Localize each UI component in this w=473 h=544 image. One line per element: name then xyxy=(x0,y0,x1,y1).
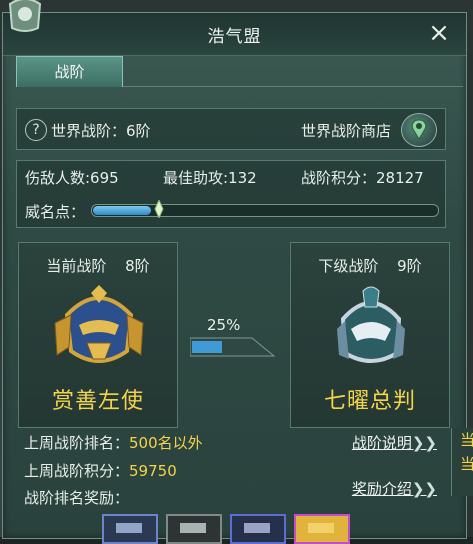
reward-info-link[interactable]: 奖励介绍❯❯ xyxy=(352,478,437,499)
faction-emblem-icon xyxy=(8,0,42,32)
help-icon[interactable]: ? xyxy=(25,119,47,141)
fame-marker-icon xyxy=(154,200,164,218)
next-rank-level: 9阶 xyxy=(397,257,422,275)
fame-progress-fill xyxy=(93,206,151,215)
current-rank-card: 当前战阶 8阶 赏善左使 xyxy=(18,242,178,428)
current-rank-level: 8阶 xyxy=(125,257,150,275)
reward-item-icon xyxy=(116,523,142,533)
fame-label: 威名点： xyxy=(25,203,86,221)
next-rank-title: 七曜总判 xyxy=(323,389,416,414)
close-button[interactable]: × xyxy=(426,18,452,48)
reward-item-slot[interactable] xyxy=(230,514,286,544)
current-rank-label: 当前战阶 xyxy=(46,257,107,275)
reward-item-icon xyxy=(180,523,206,533)
tab-strip: 战阶 xyxy=(16,56,463,87)
rank-points-stat: 战阶积分：28127 xyxy=(301,169,424,187)
gold-helmet-icon xyxy=(54,285,144,363)
map-pin-icon xyxy=(411,119,427,140)
title-bar: 浩气盟 × xyxy=(3,13,466,56)
last-week-points-line: 上周战阶积分：59750 xyxy=(24,460,177,481)
window-title: 浩气盟 xyxy=(207,27,262,47)
reward-item-slot[interactable] xyxy=(166,514,222,544)
reward-item-icon xyxy=(244,523,270,533)
reward-item-slot[interactable] xyxy=(102,514,158,544)
battle-stats-box: 伤敌人数:695 最佳助攻:132 战阶积分：28127 威名点： xyxy=(16,160,446,228)
rank-info-link-text: 战阶说明 xyxy=(351,434,412,452)
last-week-points-label: 上周战阶积分： xyxy=(24,462,130,480)
last-week-rank-label: 上周战阶排名： xyxy=(24,434,130,452)
world-rank-shop-label[interactable]: 世界战阶商店 xyxy=(301,120,391,141)
kills-stat: 伤敌人数:695 xyxy=(25,169,119,187)
reward-item-icon xyxy=(308,523,334,533)
side-panel-text-2: 当 xyxy=(460,455,473,473)
rank-progress-fill xyxy=(192,341,222,353)
last-week-rank-line: 上周战阶排名：500名以外 xyxy=(24,432,203,453)
close-icon: × xyxy=(428,18,450,48)
silver-helmet-icon xyxy=(337,286,405,363)
rank-reward-label: 战阶排名奖励： xyxy=(24,489,130,507)
rank-info-link[interactable]: 战阶说明❯❯ xyxy=(352,432,437,453)
world-rank-row: ? 世界战阶：6阶 世界战阶商店 xyxy=(16,108,446,150)
side-panel-text-1: 当 xyxy=(460,431,473,449)
chevron-right-icon: ❯❯ xyxy=(411,434,437,452)
current-rank-title: 赏善左使 xyxy=(51,389,144,414)
tab-battle-rank[interactable]: 战阶 xyxy=(16,56,123,87)
rank-progress-percent: 25% xyxy=(207,316,241,334)
reward-info-link-text: 奖励介绍 xyxy=(351,480,412,498)
last-week-points-value: 59750 xyxy=(129,462,177,480)
next-rank-label: 下级战阶 xyxy=(318,257,379,275)
fame-progress-bar xyxy=(91,200,439,218)
next-rank-card: 下级战阶 9阶 七曜总判 xyxy=(290,242,450,428)
map-pin-button[interactable] xyxy=(401,113,437,147)
reward-item-slot[interactable] xyxy=(294,514,350,544)
assists-stat: 最佳助攻:132 xyxy=(163,169,257,187)
side-panel-edge: 当 当 xyxy=(451,428,473,496)
chevron-right-icon: ❯❯ xyxy=(411,480,437,498)
rank-progress-arrow xyxy=(190,337,276,357)
tab-label: 战阶 xyxy=(54,63,85,81)
world-rank-label: 世界战阶：6阶 xyxy=(51,122,151,140)
last-week-rank-value: 500名以外 xyxy=(129,434,203,452)
